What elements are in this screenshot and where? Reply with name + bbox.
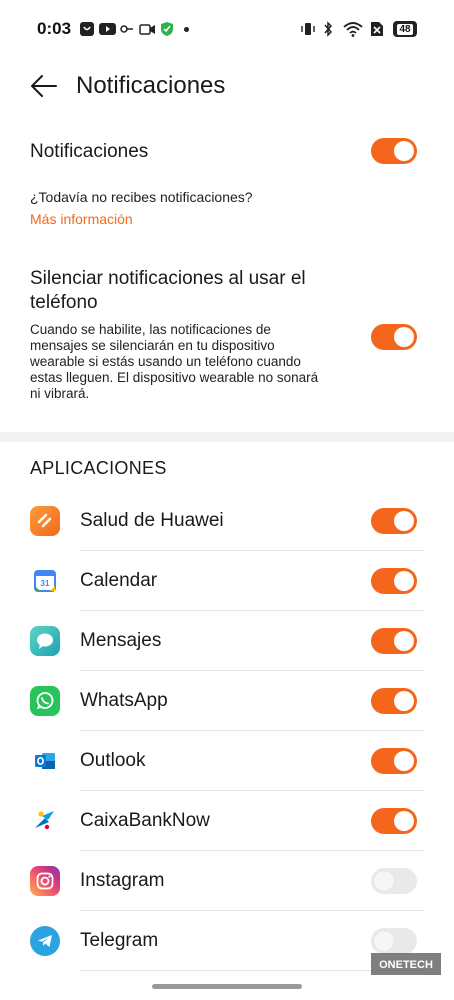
silence-desc-line5: ni vibrará.: [30, 386, 90, 401]
watermark-logo: ONETECH: [379, 959, 433, 971]
toggle-knob: [394, 631, 414, 651]
video-icon: [139, 21, 156, 37]
vibrate-icon: [300, 21, 316, 37]
bluetooth-icon: [322, 21, 334, 37]
app-name: CaixaBankNow: [80, 810, 210, 831]
silence-title: Silenciar notificaciones al usar el telé…: [30, 267, 306, 315]
battery-level: 48: [397, 23, 413, 35]
app-toggle[interactable]: [371, 928, 417, 954]
toggle-knob: [394, 571, 414, 591]
silence-toggle[interactable]: [371, 324, 417, 350]
svg-text:31: 31: [41, 579, 50, 588]
toggle-knob: [374, 871, 394, 891]
outlook-icon: [30, 746, 60, 776]
svg-text:ONETECH: ONETECH: [379, 959, 433, 971]
silence-description: Cuando se habilite, las notificaciones d…: [30, 322, 350, 402]
app-bar: Notificaciones: [0, 60, 454, 112]
app-name: Instagram: [80, 870, 165, 891]
app-row-whatsapp[interactable]: WhatsApp: [0, 671, 454, 731]
silence-desc-line4: estas lleguen. El dispositivo wearable n…: [30, 370, 319, 385]
home-indicator[interactable]: [152, 984, 302, 989]
app-row-huawei-health[interactable]: Salud de Huawei: [0, 491, 454, 551]
back-arrow-icon[interactable]: [30, 72, 58, 100]
silence-desc-line2: mensajes se silenciarán en tu dispositiv…: [30, 338, 275, 353]
notifications-label: Notificaciones: [30, 141, 149, 162]
telegram-icon: [30, 926, 60, 956]
huawei-health-icon: [30, 506, 60, 536]
app-name: Telegram: [80, 930, 159, 951]
silence-title-line2: teléfono: [30, 292, 98, 313]
silence-desc-line3: wearable si estás usando un teléfono cua…: [30, 354, 301, 369]
caixabank-icon: [30, 806, 60, 836]
app-name: Outlook: [80, 750, 146, 771]
wifi-icon: [343, 21, 363, 37]
app-name: Calendar: [80, 570, 158, 591]
app-toggle[interactable]: [371, 748, 417, 774]
battery-icon: 48: [393, 21, 417, 37]
app-toggle[interactable]: [371, 808, 417, 834]
section-divider: [0, 432, 454, 442]
shield-icon: [160, 21, 174, 37]
messages-icon: [30, 626, 60, 656]
silence-title-line1: Silenciar notificaciones al usar el: [30, 268, 306, 289]
app-row-instagram[interactable]: Instagram: [0, 851, 454, 911]
calendar-icon: 31: [30, 566, 60, 596]
youtube-icon: [99, 21, 116, 37]
app-row-outlook[interactable]: Outlook: [0, 731, 454, 791]
toggle-knob: [394, 751, 414, 771]
toggle-knob: [394, 141, 414, 161]
status-bar: 0:03 48: [0, 0, 454, 58]
apps-header: APLICACIONES: [30, 458, 167, 478]
app-row-caixabank[interactable]: CaixaBankNow: [0, 791, 454, 851]
app-toggle[interactable]: [371, 508, 417, 534]
notifications-toggle[interactable]: [371, 138, 417, 164]
toggle-knob: [394, 327, 414, 347]
more-dot-icon: [184, 21, 189, 37]
silence-desc-line1: Cuando se habilite, las notificaciones d…: [30, 322, 271, 337]
whatsapp-icon: [30, 686, 60, 716]
sim-icon: [370, 21, 384, 37]
app-toggle[interactable]: [371, 688, 417, 714]
app-name: Salud de Huawei: [80, 510, 224, 531]
app-toggle[interactable]: [371, 628, 417, 654]
app-name: Mensajes: [80, 630, 162, 651]
page-title: Notificaciones: [76, 72, 226, 99]
app-toggle[interactable]: [371, 868, 417, 894]
toggle-knob: [374, 931, 394, 951]
status-time: 0:03: [37, 19, 72, 38]
app-row-calendar[interactable]: 31 Calendar: [0, 551, 454, 611]
link-icon: [120, 21, 134, 37]
toggle-knob: [394, 691, 414, 711]
notification-app-icon: [79, 21, 95, 37]
app-name: WhatsApp: [80, 690, 168, 711]
more-info-link[interactable]: Más información: [30, 211, 133, 227]
toggle-knob: [394, 811, 414, 831]
toggle-knob: [394, 511, 414, 531]
watermark: ONETECH: [371, 953, 441, 975]
app-toggle[interactable]: [371, 568, 417, 594]
app-row-messages[interactable]: Mensajes: [0, 611, 454, 671]
instagram-icon: [30, 866, 60, 896]
notifications-question: ¿Todavía no recibes notificaciones?: [30, 189, 253, 205]
